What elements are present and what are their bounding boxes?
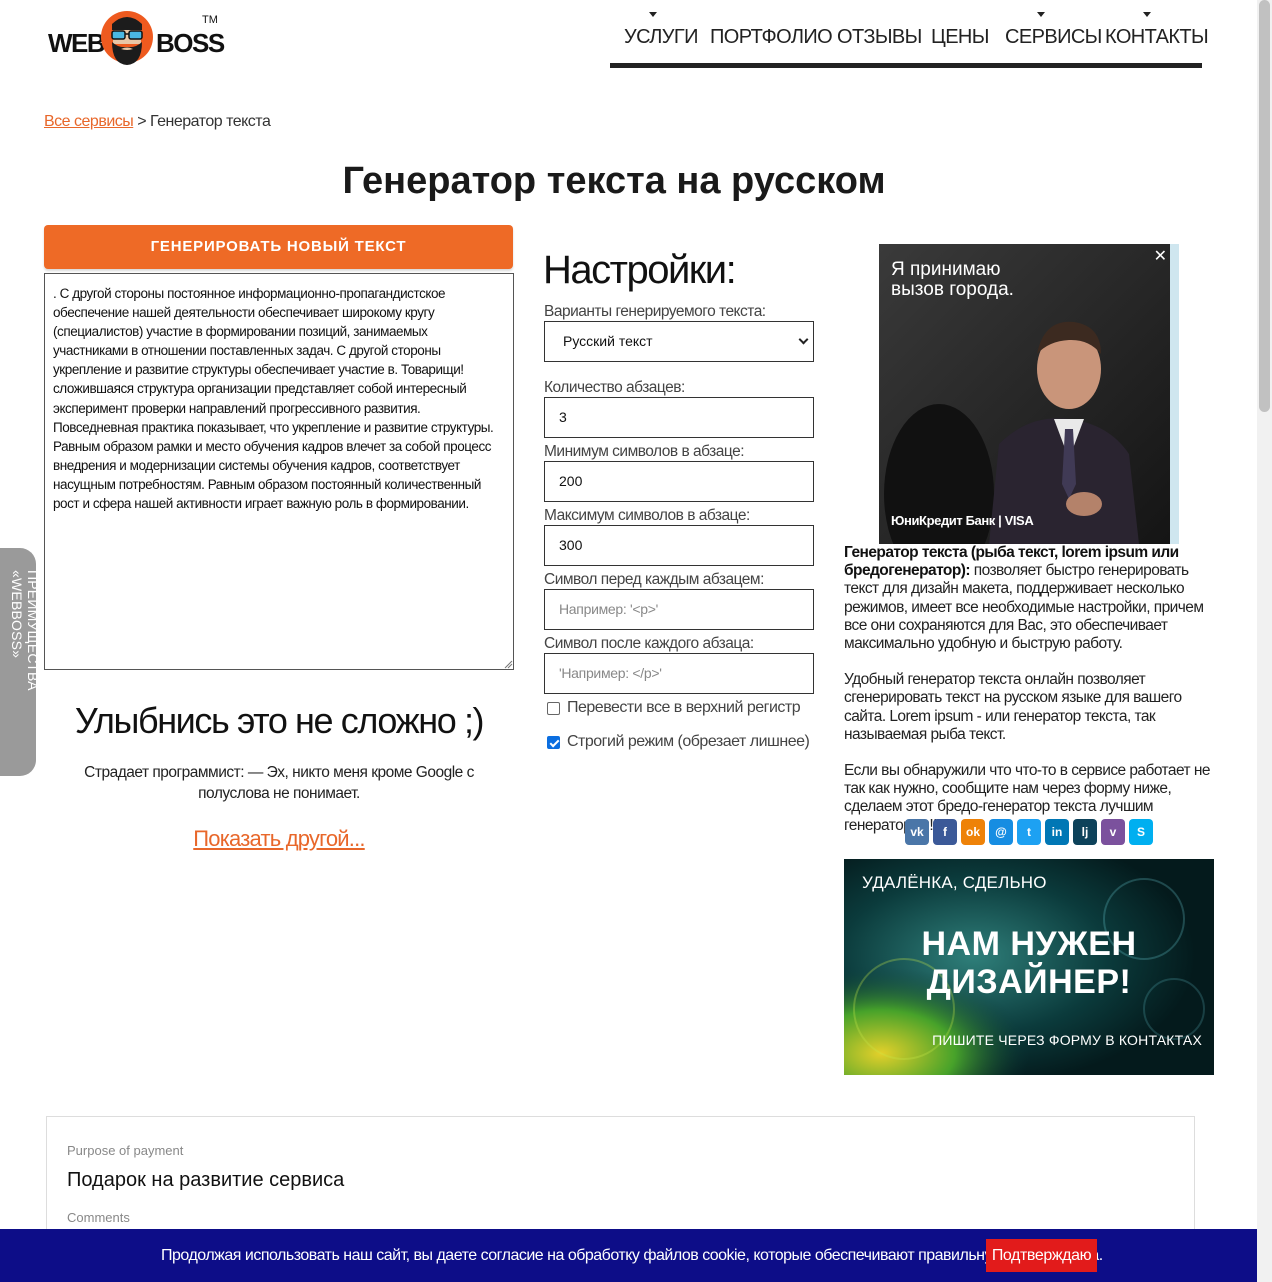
bearded-face-icon (101, 11, 153, 65)
nav-item-tools[interactable]: Сервисы (1005, 26, 1102, 49)
chevron-down-icon (798, 334, 809, 345)
nav-item-reviews[interactable]: Отзывы (837, 26, 922, 49)
designer-job-banner[interactable]: УДАЛЁНКА, СДЕЛЬНО НАМ НУЖЕН ДИЗАЙНЕР! ПИ… (844, 859, 1214, 1075)
min-chars-label: Минимум символов в абзаце: (544, 443, 745, 460)
max-chars-label: Максимум символов в абзаце: (544, 507, 750, 524)
max-chars-input[interactable]: 300 (544, 525, 814, 566)
logo[interactable]: WEB BOSS TM (48, 8, 225, 68)
skype-share-icon[interactable]: S (1129, 819, 1153, 845)
paragraphs-count-input[interactable]: 3 (544, 397, 814, 438)
purpose-value[interactable]: Подарок на развитие сервиса (67, 1169, 344, 1192)
show-another-joke-link[interactable]: Показать другой... (44, 826, 514, 852)
breadcrumb: Все сервисы > Генератор текста (44, 113, 271, 131)
paragraphs-label: Количество абзацев: (544, 379, 685, 396)
settings-title: Настройки: (543, 248, 737, 292)
prefix-input[interactable]: Например: '<p>' (544, 589, 814, 630)
nav-item-portfolio[interactable]: Портфолио (710, 26, 833, 49)
ad-cta: ПИШИТЕ ЧЕРЕЗ ФОРМУ В КОНТАКТАХ (932, 1032, 1202, 1048)
odnoklassniki-share-icon[interactable]: ok (961, 819, 985, 845)
joke-title: Улыбнись это не сложно ;) (74, 700, 485, 741)
description-text-2: Удобный генератор текста онлайн позволяе… (844, 671, 1182, 743)
chevron-down-icon (1037, 12, 1045, 17)
logo-web-text: WEB (48, 28, 106, 58)
breadcrumb-separator: > (137, 113, 147, 130)
ad-brand: ЮниКредит Банк | VISA (891, 513, 1034, 528)
breadcrumb-link-services[interactable]: Все сервисы (44, 113, 134, 130)
strict-mode-label: Строгий режим (обрезает лишнее) (567, 733, 810, 750)
moimir-share-icon[interactable]: @ (989, 819, 1013, 845)
comments-label: Comments (67, 1210, 130, 1225)
close-icon[interactable]: ✕ (1154, 246, 1167, 266)
service-description: Генератор текста (рыба текст, lorem ipsu… (844, 544, 1214, 853)
vkontakte-share-icon[interactable]: vk (905, 819, 929, 845)
ad-slogan: Я принимаю вызов города. (891, 259, 1014, 300)
page-title: Генератор текста на русском (342, 160, 886, 202)
suffix-input[interactable]: 'Например: </p>' (544, 653, 814, 694)
nav-item-contacts[interactable]: Контакты (1105, 26, 1209, 49)
page-scrollbar[interactable] (1257, 0, 1272, 1282)
min-chars-input[interactable]: 200 (544, 461, 814, 502)
twitter-share-icon[interactable]: t (1017, 819, 1041, 845)
logo-trademark: TM (202, 14, 218, 26)
nav-item-services[interactable]: Услуги (624, 26, 699, 49)
text-variant-select[interactable]: Русский текст (544, 321, 814, 362)
cookie-consent-bar: Продолжая использовать наш сайт, вы дает… (0, 1229, 1257, 1282)
livejournal-share-icon[interactable]: lj (1073, 819, 1097, 845)
generated-text-area[interactable]: . С другой стороны постоянное информацио… (44, 273, 514, 670)
chevron-down-icon (1143, 12, 1151, 17)
resize-grip-icon[interactable] (503, 659, 513, 669)
facebook-share-icon[interactable]: f (933, 819, 957, 845)
variant-label: Варианты генерируемого текста: (544, 303, 766, 320)
joke-text: Страдает программист: — Эх, никто меня к… (84, 764, 474, 802)
viber-share-icon[interactable]: v (1101, 819, 1125, 845)
nav-item-prices[interactable]: Цены (931, 26, 989, 49)
cookie-accept-button[interactable]: Подтверждаю (986, 1239, 1097, 1272)
description-paragraph: Генератор текста (рыба текст, lorem ipsu… (844, 544, 1214, 653)
linkedin-share-icon[interactable]: in (1045, 819, 1069, 845)
advantages-side-tab[interactable]: ПРЕИМУЩЕСТВА «WEBBOSS» (0, 548, 41, 776)
cookie-text: Продолжая использовать наш сайт, вы дает… (161, 1247, 1103, 1264)
text-variant-value: Русский текст (563, 333, 653, 349)
uppercase-checkbox[interactable] (547, 702, 560, 715)
bank-ad-banner[interactable]: Я принимаю вызов города. ✕ ЮниКредит Бан… (879, 244, 1179, 544)
main-nav: Услуги Портфолио Отзывы Цены Сервисы Кон… (610, 0, 1209, 68)
breadcrumb-current: Генератор текста (150, 113, 271, 130)
strict-mode-checkbox[interactable] (547, 736, 560, 749)
logo-boss-text: BOSS (156, 28, 225, 58)
scrollbar-thumb[interactable] (1259, 0, 1270, 412)
chevron-down-icon (649, 12, 657, 17)
purpose-label: Purpose of payment (67, 1143, 184, 1158)
uppercase-label: Перевести все в верхний регистр (567, 699, 801, 716)
advantages-side-tab-label: ПРЕИМУЩЕСТВА «WEBBOSS» (9, 570, 41, 691)
prefix-label: Символ перед каждым абзацем: (544, 571, 764, 588)
ad-side-strip (1170, 244, 1179, 544)
generate-text-button[interactable]: ГЕНЕРИРОВАТЬ НОВЫЙ ТЕКСТ (44, 225, 513, 269)
ad-remote-text: УДАЛЁНКА, СДЕЛЬНО (862, 873, 1047, 892)
ad-headline: НАМ НУЖЕН ДИЗАЙНЕР! (921, 925, 1137, 1001)
suffix-label: Символ после каждого абзаца: (544, 635, 754, 652)
